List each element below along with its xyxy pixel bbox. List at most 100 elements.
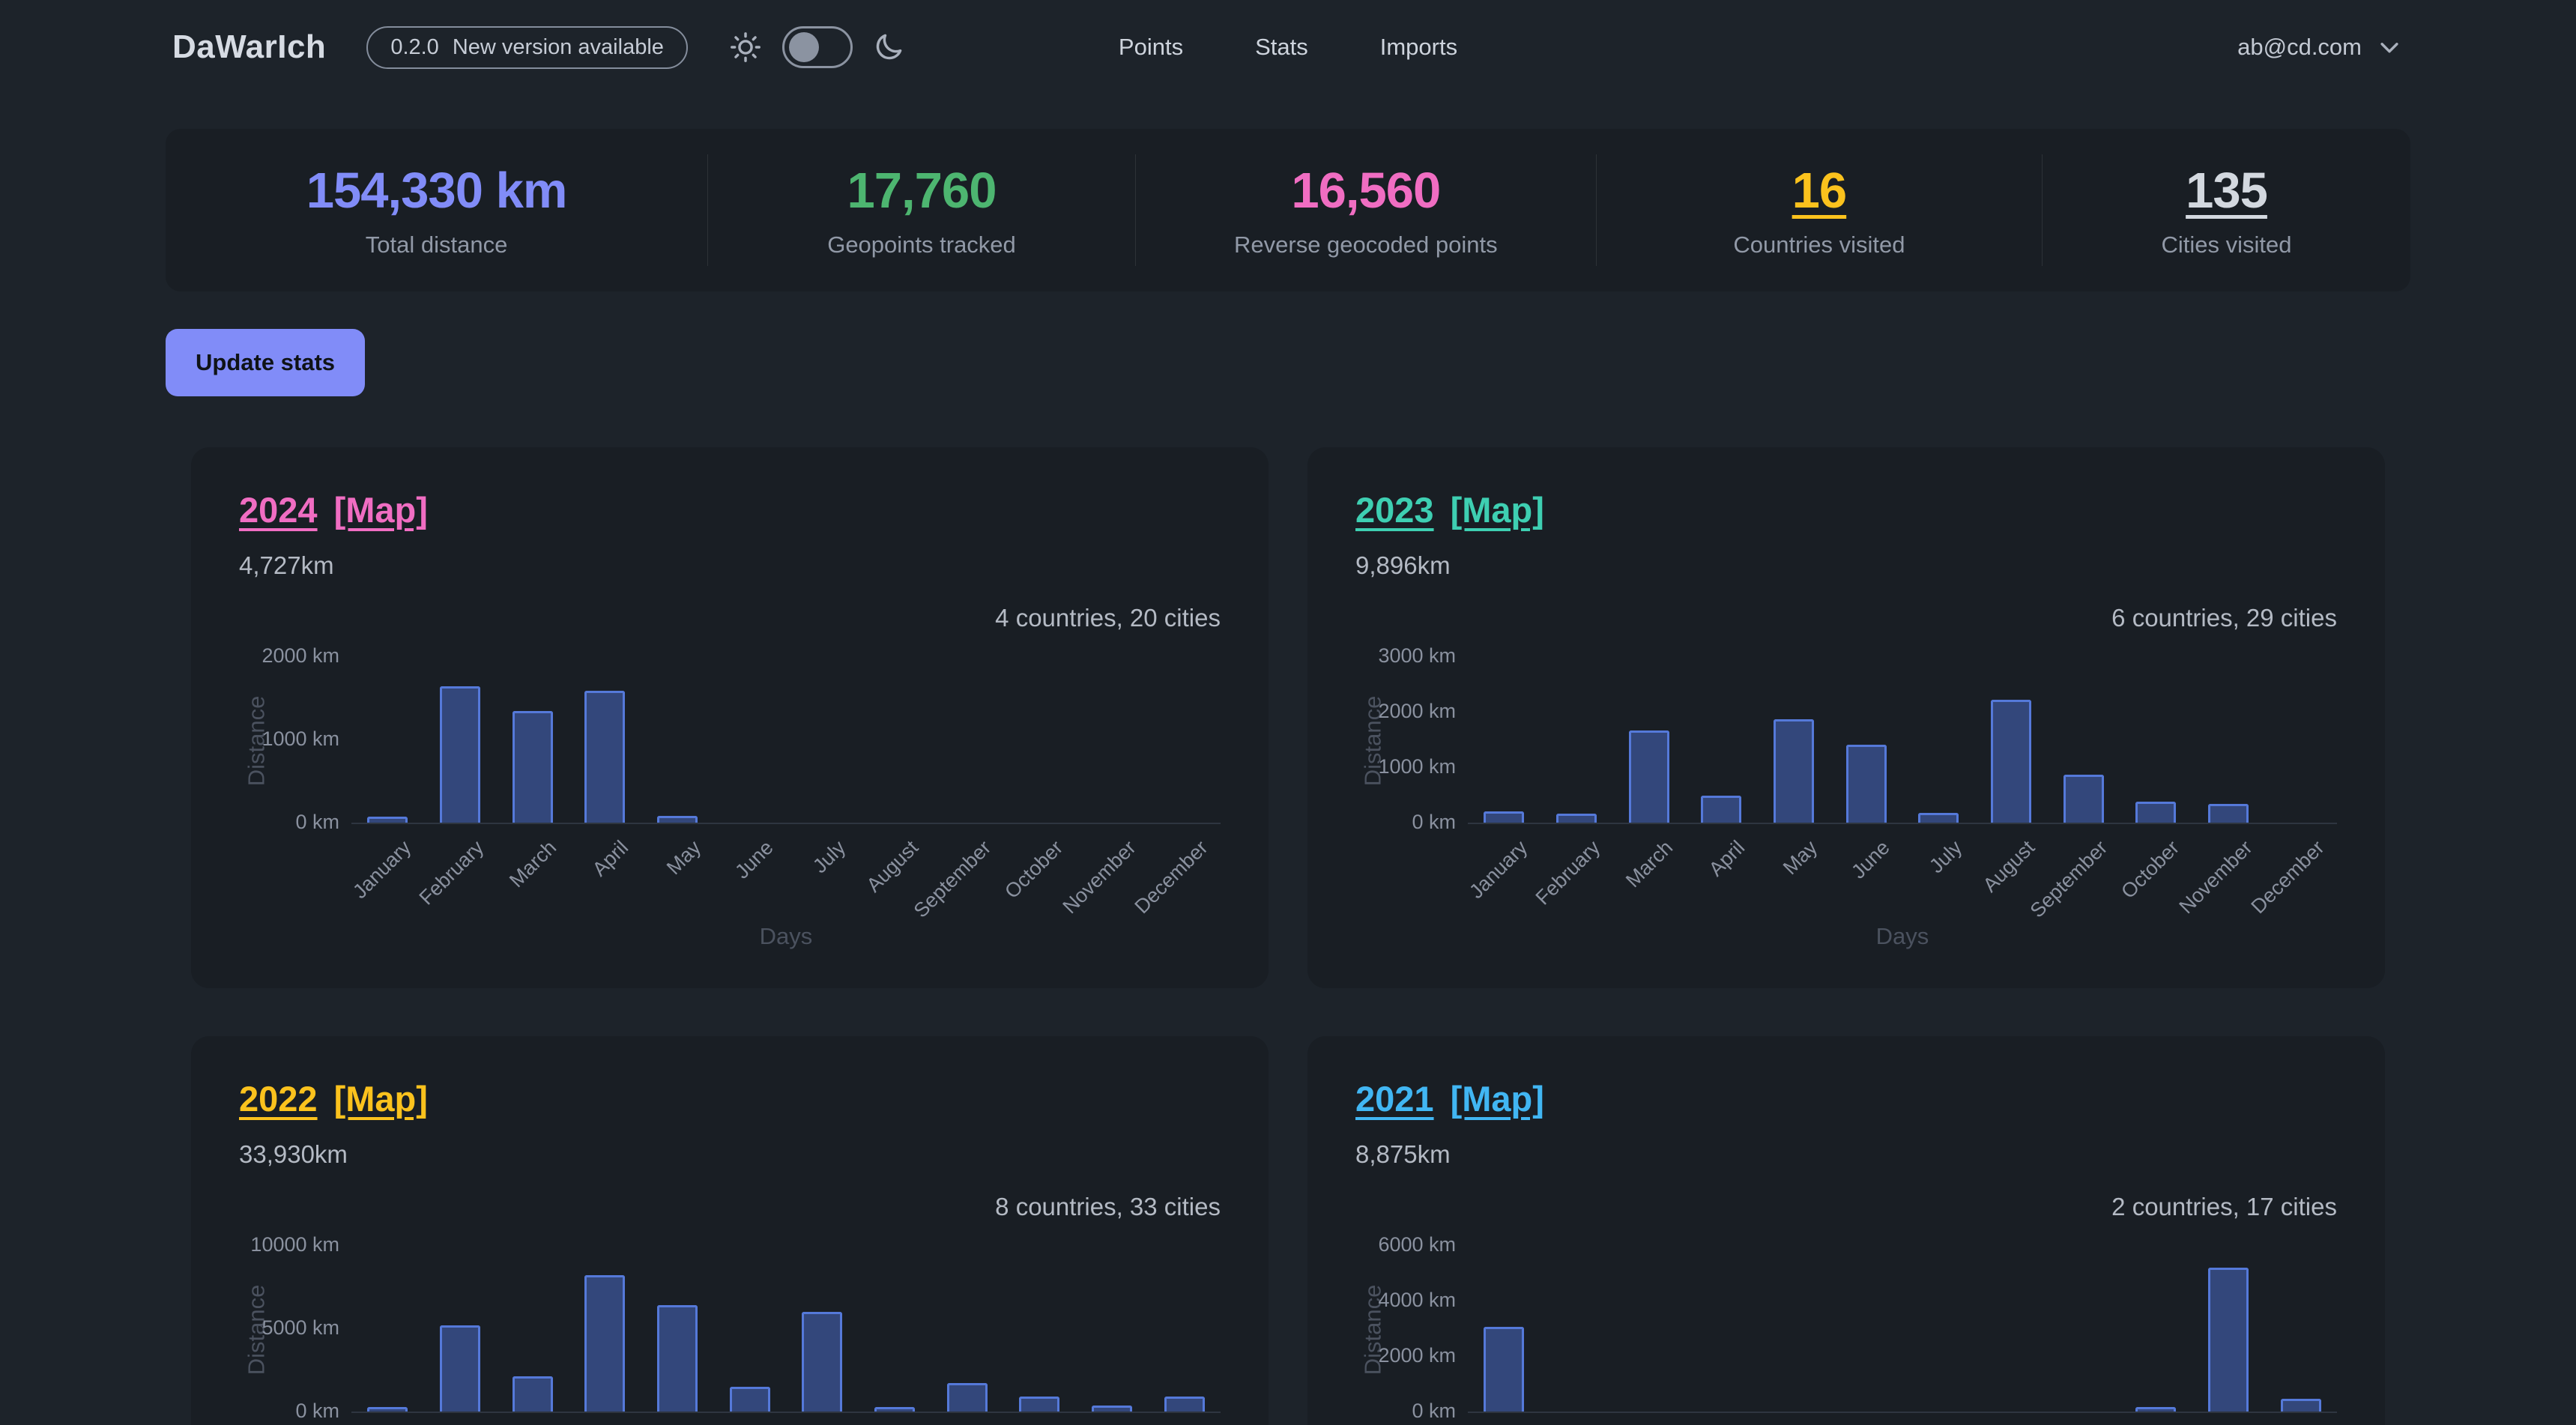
bar[interactable] [440,686,480,823]
bar-march[interactable] [1612,658,1685,823]
bar-march[interactable] [496,1247,569,1412]
bar[interactable] [657,816,698,823]
bar-november[interactable] [1076,1247,1149,1412]
app-logo[interactable]: DaWarIch [172,28,326,66]
year-link[interactable]: 2021 [1355,1078,1434,1119]
year-link[interactable]: 2024 [239,489,318,530]
bar-february[interactable] [424,1247,497,1412]
bar-august[interactable] [1975,658,2048,823]
bar-november[interactable] [2192,658,2265,823]
bar[interactable] [1556,814,1597,823]
bar[interactable] [2208,804,2249,823]
bar[interactable] [2135,1407,2176,1412]
main-nav: Points Stats Imports [1119,34,1457,61]
bar-october[interactable] [2120,1247,2192,1412]
bar[interactable] [1164,1397,1205,1412]
bar[interactable] [2135,802,2176,823]
bar-july[interactable] [1902,658,1975,823]
bar-june[interactable] [713,1247,786,1412]
bar[interactable] [730,1387,770,1412]
bar-september[interactable] [2047,658,2120,823]
summary-stats: 154,330 km Total distance 17,760 Geopoin… [166,129,2410,291]
bar-august[interactable] [859,1247,931,1412]
year-summary: 8 countries, 33 cities [239,1193,1221,1221]
map-link[interactable]: [Map] [1451,489,1544,530]
bar-may[interactable] [641,1247,714,1412]
x-label-cell: January [1468,1413,1541,1425]
theme-toggle[interactable] [782,26,853,68]
bar[interactable] [1484,1327,1524,1412]
bar[interactable] [584,1275,625,1412]
map-link[interactable]: [Map] [334,489,428,530]
update-stats-button[interactable]: Update stats [166,329,365,396]
y-axis-ticks: 6000 km4000 km2000 km0 km [1390,1247,1468,1413]
bar[interactable] [584,691,625,823]
bar[interactable] [367,817,408,823]
bar-july[interactable] [786,1247,859,1412]
version-badge[interactable]: 0.2.0 New version available [366,26,688,69]
bar[interactable] [1629,730,1669,823]
bar-february[interactable] [1541,658,1613,823]
bar[interactable] [1918,813,1959,823]
bar-january[interactable] [351,658,424,823]
nav-stats[interactable]: Stats [1255,34,1308,61]
year-link[interactable]: 2022 [239,1078,318,1119]
bar[interactable] [2208,1268,2249,1412]
bar[interactable] [947,1383,988,1412]
bar[interactable] [1019,1397,1059,1412]
bar[interactable] [1701,796,1741,823]
year-distance: 9,896km [1355,551,2337,580]
bar-february[interactable] [424,658,497,823]
bar[interactable] [513,1376,553,1412]
bar[interactable] [1774,719,1814,823]
bar[interactable] [1484,811,1524,823]
bar-january[interactable] [1468,1247,1541,1412]
user-menu[interactable]: ab@cd.com [2237,34,2402,61]
moon-icon [872,31,905,64]
bar[interactable] [367,1407,408,1412]
bar[interactable] [874,1407,915,1412]
bar-may[interactable] [641,658,714,823]
bar-december[interactable] [1148,1247,1221,1412]
bar-november [1076,658,1149,823]
bar[interactable] [2063,775,2104,823]
bar-january[interactable] [1468,658,1541,823]
bar-june[interactable] [1830,658,1902,823]
stat-value-cities-visited[interactable]: 135 [2186,162,2267,220]
monthly-distance-chart: Distance 6000 km4000 km2000 km0 km Janua… [1355,1247,2337,1425]
bar-plot [1468,1247,2337,1413]
y-tick-label: 2000 km [261,644,339,668]
y-tick-label: 6000 km [1378,1233,1456,1256]
map-link[interactable]: [Map] [334,1078,428,1119]
bar[interactable] [802,1312,842,1412]
bar[interactable] [2281,1399,2321,1412]
stat-value-countries-visited[interactable]: 16 [1792,162,1847,220]
bar[interactable] [1092,1406,1132,1412]
bar-november[interactable] [2192,1247,2265,1412]
bar[interactable] [513,711,553,823]
bar-march[interactable] [496,658,569,823]
bar-january[interactable] [351,1247,424,1412]
y-tick-label: 0 km [1412,1400,1456,1423]
bar[interactable] [1846,745,1887,823]
bar-april[interactable] [1685,658,1758,823]
bar[interactable] [440,1325,480,1412]
bar[interactable] [1991,700,2031,823]
map-link[interactable]: [Map] [1451,1078,1544,1119]
x-label-cell: March [496,1413,569,1425]
x-axis-labels: JanuaryFebruaryMarchAprilMayJuneJulyAugu… [1468,824,2337,923]
bar-april[interactable] [569,1247,641,1412]
bar[interactable] [657,1305,698,1412]
stat-value-total-distance: 154,330 km [306,162,567,220]
bar-september[interactable] [931,1247,1003,1412]
bar-december[interactable] [2264,1247,2337,1412]
year-link[interactable]: 2023 [1355,489,1434,530]
nav-imports[interactable]: Imports [1380,34,1457,61]
nav-points[interactable]: Points [1119,34,1183,61]
bar-may[interactable] [1758,658,1830,823]
bar-october[interactable] [2120,658,2192,823]
bar-april[interactable] [569,658,641,823]
x-label-cell: July [1902,824,1975,923]
bar-october[interactable] [1003,1247,1076,1412]
year-summary: 4 countries, 20 cities [239,604,1221,632]
